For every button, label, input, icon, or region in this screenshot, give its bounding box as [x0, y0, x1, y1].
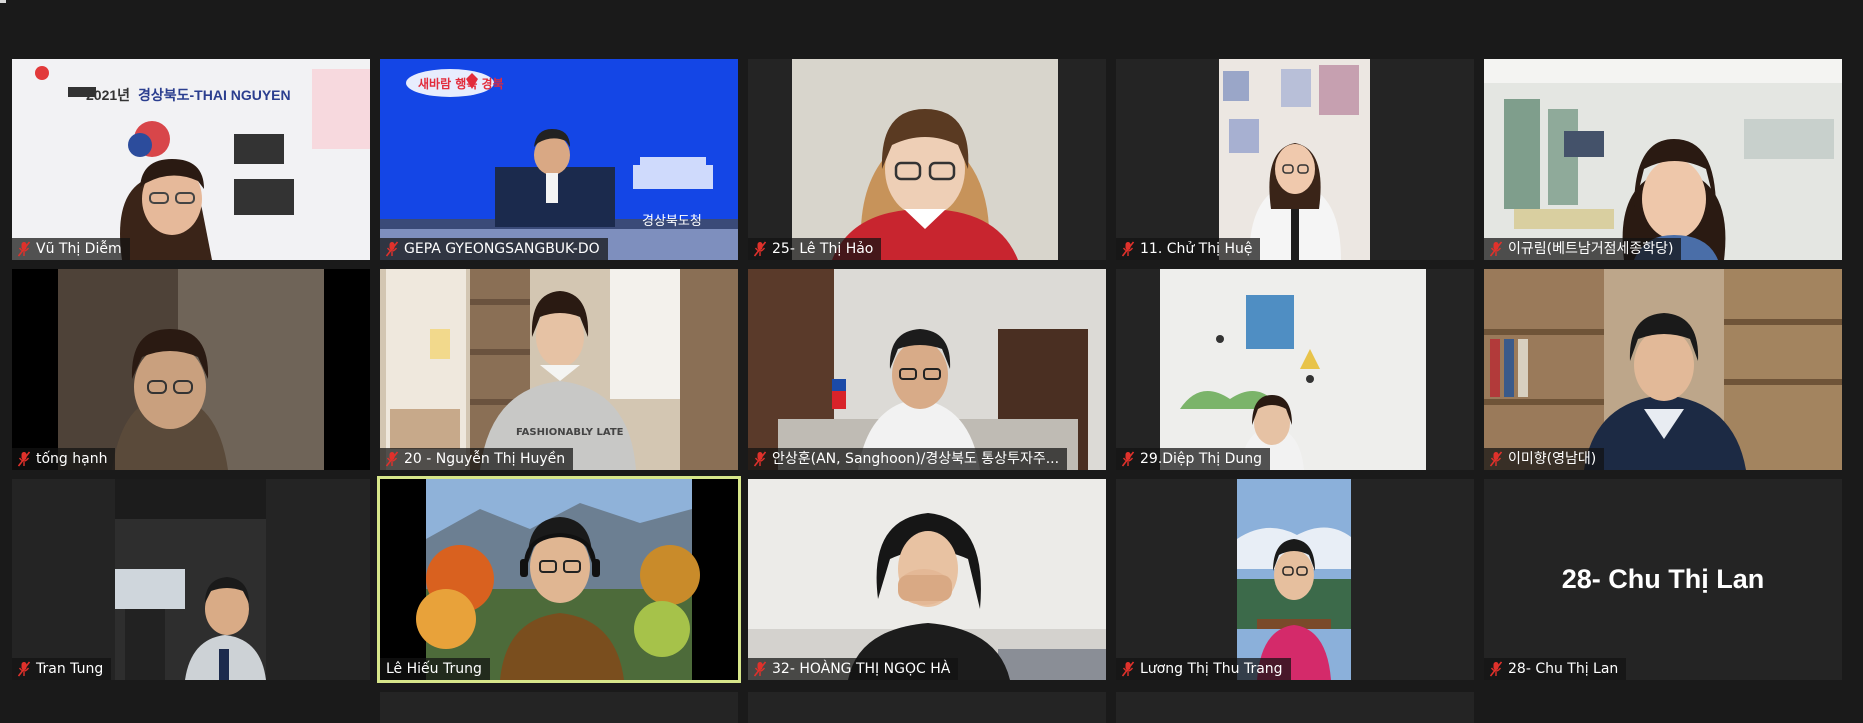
- participant-tile[interactable]: 새바람 행복 경북 경상북도청 GEPA GYEONGSANGBUK-DO: [380, 59, 738, 260]
- muted-mic-icon: [1490, 241, 1502, 257]
- participant-name: Lương Thị Thu Trang: [1140, 661, 1283, 677]
- participant-name: 29.Diệp Thị Dung: [1140, 451, 1263, 467]
- participant-name: tống hạnh: [36, 451, 108, 467]
- participant-name-label: Tran Tung: [12, 658, 112, 680]
- muted-mic-icon: [386, 241, 398, 257]
- participant-name: 이미향(영남대): [1508, 451, 1597, 467]
- participant-name: 32- HOÀNG THỊ NGỌC HÀ: [772, 661, 951, 677]
- participant-video: [748, 479, 1106, 680]
- shirt-text: FASHIONABLY LATE: [516, 427, 624, 438]
- participant-name-label: 29.Diệp Thị Dung: [1116, 448, 1271, 470]
- participant-tile[interactable]: 이규림(베트남거점세종학당): [1484, 59, 1842, 260]
- participant-name: Tran Tung: [36, 661, 104, 677]
- participant-name: 11. Chử Thị Huệ: [1140, 241, 1253, 257]
- participant-name: GEPA GYEONGSANGBUK-DO: [404, 241, 600, 257]
- classroom-scene: [1484, 59, 1842, 260]
- participant-name-label: GEPA GYEONGSANGBUK-DO: [380, 238, 608, 260]
- muted-mic-icon: [754, 451, 766, 467]
- muted-mic-icon: [1490, 661, 1502, 677]
- participant-name: 안상훈(AN, Sanghoon)/경상북도 통상투자주...: [772, 451, 1060, 467]
- webcam-scene: [1237, 479, 1351, 680]
- broadcast-org-label: 경상북도청: [642, 214, 702, 229]
- participant-name-label: 안상훈(AN, Sanghoon)/경상북도 통상투자주...: [748, 448, 1068, 470]
- webcam-scene: [1160, 269, 1426, 470]
- muted-mic-icon: [1122, 451, 1134, 467]
- participant-tile[interactable]: tống hạnh: [12, 269, 370, 470]
- participant-name-label: 28- Chu Thị Lan: [1484, 658, 1627, 680]
- participant-tile[interactable]: 25- Lê Thị Hảo: [748, 59, 1106, 260]
- participant-tile[interactable]: 이미향(영남대): [1484, 269, 1842, 470]
- muted-mic-icon: [1122, 241, 1134, 257]
- car-interior-scene: [115, 479, 266, 680]
- active-speaker-tile[interactable]: Lê Hiếu Trung: [377, 476, 741, 683]
- participant-name: 20 - Nguyễn Thị Huyền: [404, 451, 566, 467]
- bookshelf-scene: [1484, 269, 1842, 470]
- muted-mic-icon: [18, 451, 30, 467]
- banner-year: 2021년: [86, 87, 131, 103]
- participant-tile[interactable]: 안상훈(AN, Sanghoon)/경상북도 통상투자주...: [748, 269, 1106, 470]
- participant-video: [792, 59, 1058, 260]
- participant-tile[interactable]: 11. Chử Thị Huệ: [1116, 59, 1474, 260]
- webcam-scene: [748, 479, 1106, 680]
- muted-mic-icon: [1122, 661, 1134, 677]
- participant-name: 25- Lê Thị Hảo: [772, 241, 874, 257]
- banner-title: 경상북도-THAI NGUYEN: [138, 87, 291, 103]
- participant-video: [1237, 479, 1351, 680]
- participant-name: Vũ Thị Diễm: [36, 241, 122, 257]
- participant-tile[interactable]: 2021년 경상북도-THAI NGUYEN Vũ Thị Diễm: [12, 59, 370, 260]
- office-scene: [748, 269, 1106, 470]
- library-room-scene: [380, 269, 738, 470]
- participant-name-label: Lương Thị Thu Trang: [1116, 658, 1291, 680]
- participant-name-label: 11. Chử Thị Huệ: [1116, 238, 1261, 260]
- participant-tile[interactable]: FASHIONABLY LATE 20 - Nguyễn Thị Huyền: [380, 269, 738, 470]
- participant-name-label: 32- HOÀNG THỊ NGỌC HÀ: [748, 658, 959, 680]
- broadcast-slogan: 새바람 행복 경북: [418, 77, 504, 91]
- participant-video: [1160, 269, 1426, 470]
- participant-name-label: 25- Lê Thị Hảo: [748, 238, 882, 260]
- participant-tile[interactable]: 32- HOÀNG THỊ NGỌC HÀ: [748, 479, 1106, 680]
- partial-tile-next-row: [748, 692, 1106, 723]
- participant-video: 2021년 경상북도-THAI NGUYEN: [12, 59, 370, 260]
- participant-name-label: tống hạnh: [12, 448, 116, 470]
- participant-name-label: Lê Hiếu Trung: [380, 658, 490, 680]
- webcam-scene: [1219, 59, 1370, 260]
- participant-name-label: 20 - Nguyễn Thị Huyền: [380, 448, 574, 470]
- participant-display-name: 28- Chu Thị Lan: [1561, 564, 1765, 594]
- window-corner-marker: [0, 0, 6, 3]
- participant-name: Lê Hiếu Trung: [386, 661, 482, 677]
- participant-video: [748, 269, 1106, 470]
- participant-name: 이규림(베트남거점세종학당): [1508, 241, 1674, 257]
- muted-mic-icon: [754, 241, 766, 257]
- participant-video: [12, 269, 370, 470]
- participant-tile[interactable]: 29.Diệp Thị Dung: [1116, 269, 1474, 470]
- muted-mic-icon: [754, 661, 766, 677]
- participant-name-label: 이규림(베트남거점세종학당): [1484, 238, 1682, 260]
- participant-name-label: Vũ Thị Diễm: [12, 238, 130, 260]
- participant-video: [1484, 269, 1842, 470]
- participant-name: 28- Chu Thị Lan: [1508, 661, 1619, 677]
- partial-tile-next-row: [380, 692, 738, 723]
- participant-video: [380, 479, 738, 680]
- partial-tile-next-row: [1116, 692, 1474, 723]
- autumn-mountain-background-scene: [380, 479, 738, 680]
- muted-mic-icon: [386, 451, 398, 467]
- participant-video: FASHIONABLY LATE: [380, 269, 738, 470]
- participant-video: [1219, 59, 1370, 260]
- participant-name-label: 이미향(영남대): [1484, 448, 1605, 470]
- participant-tile-video-off[interactable]: 28- Chu Thị Lan 28- Chu Thị Lan: [1484, 479, 1842, 680]
- webcam-scene: [792, 59, 1058, 260]
- participant-video: 새바람 행복 경북 경상북도청: [380, 59, 738, 260]
- webcam-scene: [12, 269, 370, 470]
- participant-tile[interactable]: Tran Tung: [12, 479, 370, 680]
- participant-tile[interactable]: Lương Thị Thu Trang: [1116, 479, 1474, 680]
- participant-video: [1484, 59, 1842, 260]
- muted-mic-icon: [18, 241, 30, 257]
- zoom-gallery-view: 2021년 경상북도-THAI NGUYEN Vũ Thị Diễm 새바람 행…: [0, 0, 1863, 723]
- muted-mic-icon: [18, 661, 30, 677]
- participant-video: [115, 479, 266, 680]
- muted-mic-icon: [1490, 451, 1502, 467]
